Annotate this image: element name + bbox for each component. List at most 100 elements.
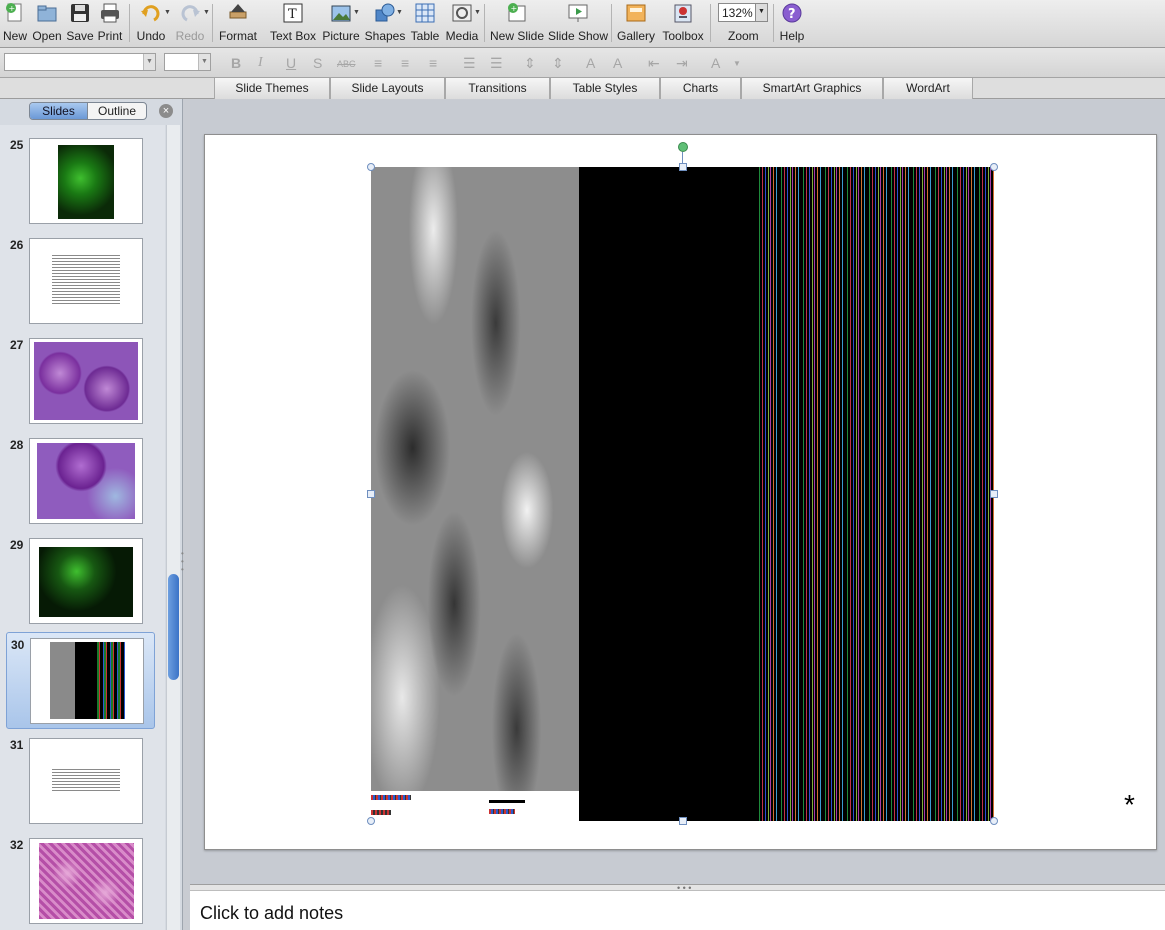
media-dropdown-icon[interactable]: ▼ [474, 9, 481, 16]
shapes-dropdown-icon[interactable]: ▼ [396, 9, 403, 16]
format-button[interactable]: Format [218, 2, 258, 46]
slide-thumbnail[interactable] [29, 838, 143, 924]
new-slide-button[interactable]: + New Slide [489, 2, 545, 46]
undo-button[interactable]: Undo [135, 2, 167, 46]
slide-thumbnail[interactable] [30, 638, 144, 724]
picture-dropdown-icon[interactable]: ▼ [353, 9, 360, 16]
resize-handle-top-left[interactable] [367, 163, 375, 171]
decrease-font-icon[interactable]: A [613, 55, 622, 71]
svg-text:+: + [9, 4, 16, 13]
slide-asterisk-text[interactable]: * [1124, 789, 1135, 821]
font-name-field[interactable]: ▼ [4, 53, 156, 71]
slide-number: 28 [10, 438, 24, 452]
shadow-icon[interactable]: S [313, 55, 322, 71]
font-color-icon[interactable]: A [711, 55, 720, 71]
slide-thumbnail[interactable] [29, 538, 143, 624]
strikethrough-icon[interactable]: ABC [337, 59, 356, 69]
view-segmented-control: Slides Outline [29, 102, 147, 120]
resize-handle-top[interactable] [679, 163, 687, 171]
resize-handle-left[interactable] [367, 490, 375, 498]
print-button[interactable]: Print [96, 2, 124, 46]
slide-thumbnail[interactable] [29, 238, 143, 324]
help-question-icon: ? [781, 2, 803, 24]
tab-smartart-graphics[interactable]: SmartArt Graphics [741, 78, 883, 99]
slide-thumbnail-item[interactable]: 27 [0, 338, 165, 438]
slide-thumbnail-item[interactable]: 28 [0, 438, 165, 538]
save-disk-icon [69, 2, 91, 24]
bold-icon[interactable]: B [231, 55, 241, 71]
tab-transitions[interactable]: Transitions [445, 78, 550, 99]
slide-number: 27 [10, 338, 24, 352]
increase-font-icon[interactable]: A [586, 55, 595, 71]
tab-charts[interactable]: Charts [660, 78, 741, 99]
redo-dropdown-icon[interactable]: ▼ [203, 9, 210, 16]
align-right-icon[interactable]: ≡ [429, 55, 437, 71]
slide-thumbnail[interactable] [29, 138, 143, 224]
zoom-field[interactable]: 132% ▼ [718, 3, 768, 22]
slide-thumbnail-item[interactable]: 25 [0, 138, 165, 238]
chevron-down-icon[interactable]: ▼ [198, 54, 210, 70]
underline-icon[interactable]: U [286, 55, 296, 71]
close-icon[interactable]: × [159, 104, 173, 118]
slide-show-button[interactable]: Slide Show [547, 2, 609, 46]
align-center-icon[interactable]: ≡ [401, 55, 409, 71]
zoom-dropdown-icon[interactable]: ▼ [755, 3, 768, 22]
bullets-icon[interactable]: ☰ [463, 55, 476, 72]
paragraph-spacing-icon[interactable]: ⇕ [552, 55, 564, 72]
align-left-icon[interactable]: ≡ [374, 55, 382, 71]
decrease-indent-icon[interactable]: ⇤ [648, 55, 660, 72]
gallery-button[interactable]: Gallery [616, 2, 656, 46]
toolbar-separator [212, 4, 213, 42]
tab-wordart[interactable]: WordArt [883, 78, 973, 99]
slide-thumbnail-item[interactable]: 26 [0, 238, 165, 338]
font-size-field[interactable]: ▼ [164, 53, 211, 71]
resize-handle-bottom[interactable] [679, 817, 687, 825]
redo-button[interactable]: Redo [174, 2, 206, 46]
slide-thumbnail-item[interactable]: 31 [0, 738, 165, 838]
new-button[interactable]: + New [2, 2, 28, 46]
toolbox-button[interactable]: Toolbox [660, 2, 706, 46]
resize-handle-right[interactable] [990, 490, 998, 498]
save-button[interactable]: Save [66, 2, 94, 46]
text-box-button[interactable]: T Text Box [267, 2, 319, 46]
formatting-toolbar: ▼ ▼ B I U S ABC ≡ ≡ ≡ ☰ ☰ ⇕ ⇕ A A ⇤ ⇥ A … [0, 48, 1165, 78]
tab-table-styles[interactable]: Table Styles [550, 78, 660, 99]
slide-thumbnail[interactable] [29, 438, 143, 524]
slide-thumbnail-item[interactable]: 32 [0, 838, 165, 930]
slide-thumbnail[interactable] [29, 338, 143, 424]
gallery-icon [625, 2, 647, 24]
tab-slides[interactable]: Slides [30, 103, 88, 119]
numbering-icon[interactable]: ☰ [490, 55, 503, 72]
scrollbar-thumb[interactable] [168, 574, 179, 680]
notes-pane[interactable]: Click to add notes [190, 891, 1165, 930]
chevron-down-icon[interactable]: ▼ [733, 59, 741, 68]
sidebar-scrollbar[interactable] [166, 125, 180, 930]
tab-slide-layouts[interactable]: Slide Layouts [330, 78, 445, 99]
tab-outline[interactable]: Outline [88, 103, 146, 119]
toolbar-separator [710, 4, 711, 42]
help-button[interactable]: ? Help [778, 2, 806, 46]
notes-splitter[interactable]: • • • [190, 884, 1165, 893]
increase-indent-icon[interactable]: ⇥ [676, 55, 688, 72]
table-grid-icon [414, 2, 436, 24]
italic-icon[interactable]: I [258, 55, 263, 71]
slide-thumbnail[interactable] [29, 738, 143, 824]
slide-thumbnail-item[interactable]: 29 [0, 538, 165, 638]
slide-show-icon [567, 2, 589, 24]
open-button[interactable]: Open [31, 2, 63, 46]
tab-slide-themes[interactable]: Slide Themes [214, 78, 330, 99]
notes-placeholder[interactable]: Click to add notes [200, 903, 343, 924]
resize-handle-top-right[interactable] [990, 163, 998, 171]
resize-handle-bottom-right[interactable] [990, 817, 998, 825]
chevron-down-icon[interactable]: ▼ [143, 54, 155, 70]
table-button[interactable]: Table [408, 2, 442, 46]
scale-bar [489, 800, 525, 803]
selected-picture[interactable] [367, 142, 998, 825]
toolbar-separator [129, 4, 130, 42]
slide-thumbnail-item-selected[interactable]: 30 [6, 632, 155, 729]
resize-handle-bottom-left[interactable] [367, 817, 375, 825]
line-spacing-icon[interactable]: ⇕ [524, 55, 536, 72]
rotation-handle[interactable] [678, 142, 688, 152]
pane-resize-grip[interactable]: • • • [181, 550, 184, 574]
undo-dropdown-icon[interactable]: ▼ [164, 9, 171, 16]
